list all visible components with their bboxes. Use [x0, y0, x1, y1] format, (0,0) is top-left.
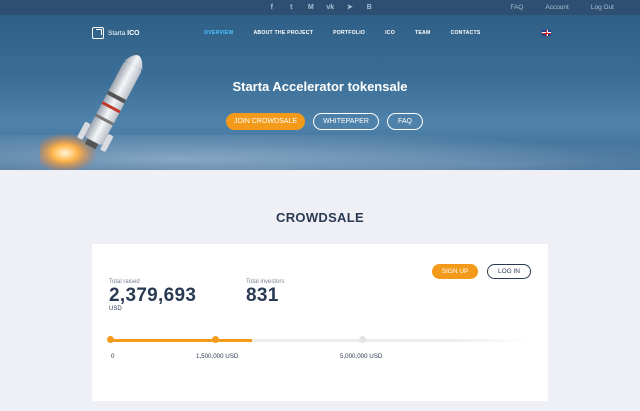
sign-up-button[interactable]: SIGN UP — [432, 264, 478, 279]
nav-portfolio[interactable]: PORTFOLIO — [333, 29, 365, 37]
total-raised-value: 2,379,693 — [109, 285, 197, 306]
top-utility-bar: f t M vk ➤ B FAQ Account Log Out — [0, 0, 640, 15]
progress-max-marker — [359, 336, 366, 343]
facebook-icon[interactable]: f — [262, 2, 282, 13]
hero-banner: Starta ICO OVERVIEW ABOUT THE PROJECT PO… — [0, 15, 640, 170]
logo-text: Starta — [108, 29, 126, 37]
uk-flag-icon[interactable] — [542, 30, 551, 36]
hero-title: Starta Accelerator tokensale — [232, 79, 408, 94]
faq-button[interactable]: FAQ — [387, 113, 423, 130]
progress-max-label: 5,000,000 USD — [340, 353, 383, 360]
nav-overview[interactable]: OVERVIEW — [204, 29, 233, 37]
medium-icon[interactable]: M — [301, 2, 321, 13]
rocket-illustration — [40, 55, 143, 170]
total-raised-unit: USD — [109, 306, 122, 312]
join-crowdsale-button[interactable]: JOIN CROWDSALE — [226, 113, 305, 130]
progress-fill — [110, 339, 252, 342]
logo[interactable]: Starta ICO — [92, 27, 140, 39]
nav-team[interactable]: TEAM — [415, 29, 431, 37]
logo-icon — [92, 27, 104, 39]
main-nav: OVERVIEW ABOUT THE PROJECT PORTFOLIO ICO… — [204, 29, 501, 37]
nav-contacts[interactable]: CONTACTS — [450, 29, 480, 37]
progress-milestone-marker — [212, 336, 219, 343]
faq-link[interactable]: FAQ — [510, 3, 523, 12]
log-in-button[interactable]: LOG IN — [487, 264, 531, 279]
telegram-icon[interactable]: ➤ — [340, 2, 360, 13]
progress-track — [110, 339, 532, 342]
progress-milestone-label: 1,500,000 USD — [196, 353, 239, 360]
twitter-icon[interactable]: t — [282, 2, 302, 13]
section-title: CROWDSALE — [276, 210, 364, 225]
logo-text-bold: ICO — [127, 29, 140, 37]
vk-icon[interactable]: vk — [321, 2, 341, 13]
progress-min-label: 0 — [111, 353, 115, 360]
nav-about-the-project[interactable]: ABOUT THE PROJECT — [253, 29, 313, 37]
account-link[interactable]: Account — [545, 3, 569, 12]
whitepaper-button[interactable]: WHITEPAPER — [313, 113, 379, 130]
logout-link[interactable]: Log Out — [591, 3, 614, 12]
account-links: FAQ Account Log Out — [488, 3, 614, 12]
social-links: f t M vk ➤ B — [262, 2, 379, 13]
progress-start-marker — [107, 336, 114, 343]
total-investors-value: 831 — [246, 285, 279, 306]
bitcoin-icon[interactable]: B — [360, 2, 380, 13]
crowdsale-card: SIGN UP LOG IN Total raised 2,379,693 US… — [92, 244, 548, 401]
nav-ico[interactable]: ICO — [385, 29, 395, 37]
